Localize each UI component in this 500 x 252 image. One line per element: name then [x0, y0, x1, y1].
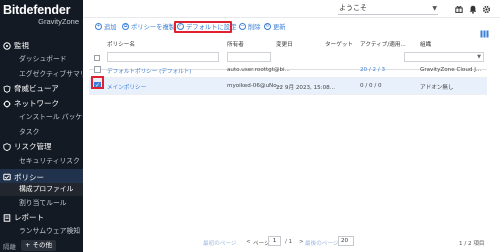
policy-icon	[3, 173, 11, 181]
refresh-label: 更新	[273, 23, 286, 31]
brand-logo[interactable]: Bitdefender GravityZone	[3, 3, 81, 33]
report-icon	[3, 213, 11, 222]
last-page-button[interactable]: 最後のページ	[305, 239, 338, 247]
column-header-owner[interactable]: 所有者	[227, 40, 244, 48]
sidebar-item-label: インストール パッケージ	[19, 113, 83, 121]
sidebar-item-label: セキュリティリスク	[19, 157, 80, 165]
cell-org: GravityZone Cloud J...	[420, 67, 482, 73]
bell-icon[interactable]	[468, 4, 477, 14]
sidebar: Bitdefender GravityZone 監視 ダッシュボード エグゼクテ…	[0, 0, 83, 252]
columns-icon[interactable]	[480, 23, 489, 38]
first-page-button[interactable]: 最初のページ	[203, 239, 236, 247]
sidebar-item-assignment-rules[interactable]: 割り当てルール	[0, 199, 83, 208]
sidebar-item-label: リスク管理	[14, 142, 52, 151]
add-button[interactable]: + 追加	[95, 21, 117, 31]
add-label: 追加	[104, 23, 117, 31]
sidebar-item-dashboard[interactable]: ダッシュボード	[0, 55, 83, 64]
sidebar-item-label: ダッシュボード	[19, 55, 67, 63]
refresh-icon: ↻	[264, 22, 271, 30]
sidebar-item-install-packages[interactable]: インストール パッケージ	[0, 113, 83, 122]
gift-icon[interactable]	[454, 4, 463, 14]
cell-owner: auto.user.roottgt@bi...	[227, 67, 290, 73]
add-icon: +	[95, 22, 102, 30]
sidebar-item-label: ネットワーク	[14, 99, 59, 108]
sidebar-item-policies[interactable]: ポリシー	[0, 169, 83, 183]
item-count: 1 / 2 項目	[459, 241, 485, 247]
brand-product: GravityZone	[38, 17, 79, 26]
delete-icon: −	[239, 22, 246, 30]
row-divider	[89, 94, 487, 95]
sidebar-item-monitoring[interactable]: 監視	[0, 41, 83, 50]
column-header-modified[interactable]: 変更日	[276, 40, 293, 48]
cell-owner: myoiked-06@uNo...	[227, 83, 282, 89]
sidebar-item-security-risks[interactable]: セキュリティリスク	[0, 157, 83, 166]
monitor-icon	[3, 41, 11, 50]
cell-active[interactable]: 20 / 2 / 3	[360, 67, 385, 73]
user-name: ようこそ	[339, 4, 367, 12]
page-size-select[interactable]: 20	[338, 236, 354, 246]
next-page-button[interactable]: >	[299, 239, 304, 245]
column-header-active[interactable]: アクティブ/適用...	[360, 40, 406, 48]
cell-org: アドオン無し	[420, 85, 454, 91]
copy-icon: ⧉	[122, 22, 129, 30]
user-menu[interactable]: ようこそ ▼	[338, 3, 438, 15]
brand-name: Bitdefender	[3, 3, 71, 17]
sidebar-item-reports[interactable]: レポート	[0, 213, 83, 222]
sidebar-item-label: レポート	[14, 213, 44, 222]
more-label: その他	[32, 241, 52, 249]
top-bar: ようこそ ▼	[83, 0, 500, 18]
risk-icon	[3, 142, 11, 151]
pagination: 最初のページ < ページ / 1 > 最後のページ 1 / 2 項目	[83, 236, 500, 250]
policy-name-link[interactable]: メインポリシー	[107, 83, 146, 91]
refresh-button[interactable]: ↻ 更新	[264, 21, 286, 31]
table-row[interactable]: デフォルトポリシー (デフォルト) auto.user.roottgt@bi..…	[89, 62, 487, 78]
copy-label: ポリシーを複製	[131, 23, 176, 31]
sidebar-item-threat-viewer[interactable]: 脅威ビューア	[0, 84, 83, 93]
filter-name-input[interactable]	[107, 52, 219, 62]
delete-label: 削除	[248, 23, 261, 31]
column-header-name[interactable]: ポリシー名	[107, 40, 135, 48]
filter-owner-input[interactable]	[227, 52, 271, 62]
toolbar: + 追加 ⧉ ポリシーを複製 ✓ デフォルトに設定 − 削除 ↻ 更新	[83, 18, 500, 34]
cell-modified: 22 9月 2023, 15:08...	[276, 85, 336, 91]
page-total: / 1	[285, 239, 293, 245]
copy-policy-button[interactable]: ⧉ ポリシーを複製	[122, 21, 175, 31]
sidebar-item-label: タスク	[19, 128, 40, 136]
select-all-checkbox[interactable]	[94, 55, 100, 61]
cell-active[interactable]: 0 / 0 / 0	[360, 83, 382, 89]
chevron-down-icon: ▼	[432, 5, 437, 12]
sidebar-item-label: エグゼクティブサマリー	[19, 70, 83, 78]
sidebar-item-tasks[interactable]: タスク	[0, 128, 83, 137]
delete-button[interactable]: − 削除	[239, 21, 261, 31]
network-icon	[3, 99, 11, 108]
prev-page-button[interactable]: <	[246, 239, 251, 245]
sidebar-item-network[interactable]: ネットワーク	[0, 99, 83, 108]
filter-org-select[interactable]: ▼	[404, 52, 484, 62]
chevron-down-icon: ▼	[477, 54, 481, 60]
table-row[interactable]: ✓ メインポリシー myoiked-06@uNo... 22 9月 2023, …	[89, 78, 487, 94]
row-checkbox[interactable]	[94, 66, 101, 73]
sidebar-item-config-profiles[interactable]: 構成プロファイル	[0, 183, 83, 196]
sidebar-item-label: 構成プロファイル	[19, 185, 74, 193]
plus-icon: +	[25, 241, 31, 249]
sidebar-item-label: 監視	[14, 41, 29, 50]
policy-name-link[interactable]: デフォルトポリシー (デフォルト)	[107, 67, 191, 75]
sidebar-item-label: ランサムウェア検知	[19, 227, 81, 235]
sidebar-item-label: 脅威ビューア	[14, 84, 59, 93]
set-default-highlight	[174, 21, 232, 33]
sidebar-item-label: 割り当てルール	[19, 199, 67, 207]
page-number-input[interactable]: 1	[268, 236, 281, 246]
column-header-target[interactable]: ターゲット	[325, 40, 353, 48]
checkbox-highlight	[91, 76, 104, 89]
settings-icon[interactable]	[482, 4, 491, 14]
sidebar-item-executive-summary[interactable]: エグゼクティブサマリー	[0, 70, 83, 79]
sidebar-item-risk-management[interactable]: リスク管理	[0, 142, 83, 151]
more-button[interactable]: + その他	[21, 240, 56, 251]
sidebar-item-quarantine[interactable]: 隔離	[3, 241, 16, 251]
column-header-org[interactable]: 組織	[420, 40, 431, 48]
sidebar-item-ransomware[interactable]: ランサムウェア検知	[0, 227, 83, 236]
threat-icon	[3, 85, 11, 93]
sidebar-item-label: ポリシー	[14, 172, 44, 182]
